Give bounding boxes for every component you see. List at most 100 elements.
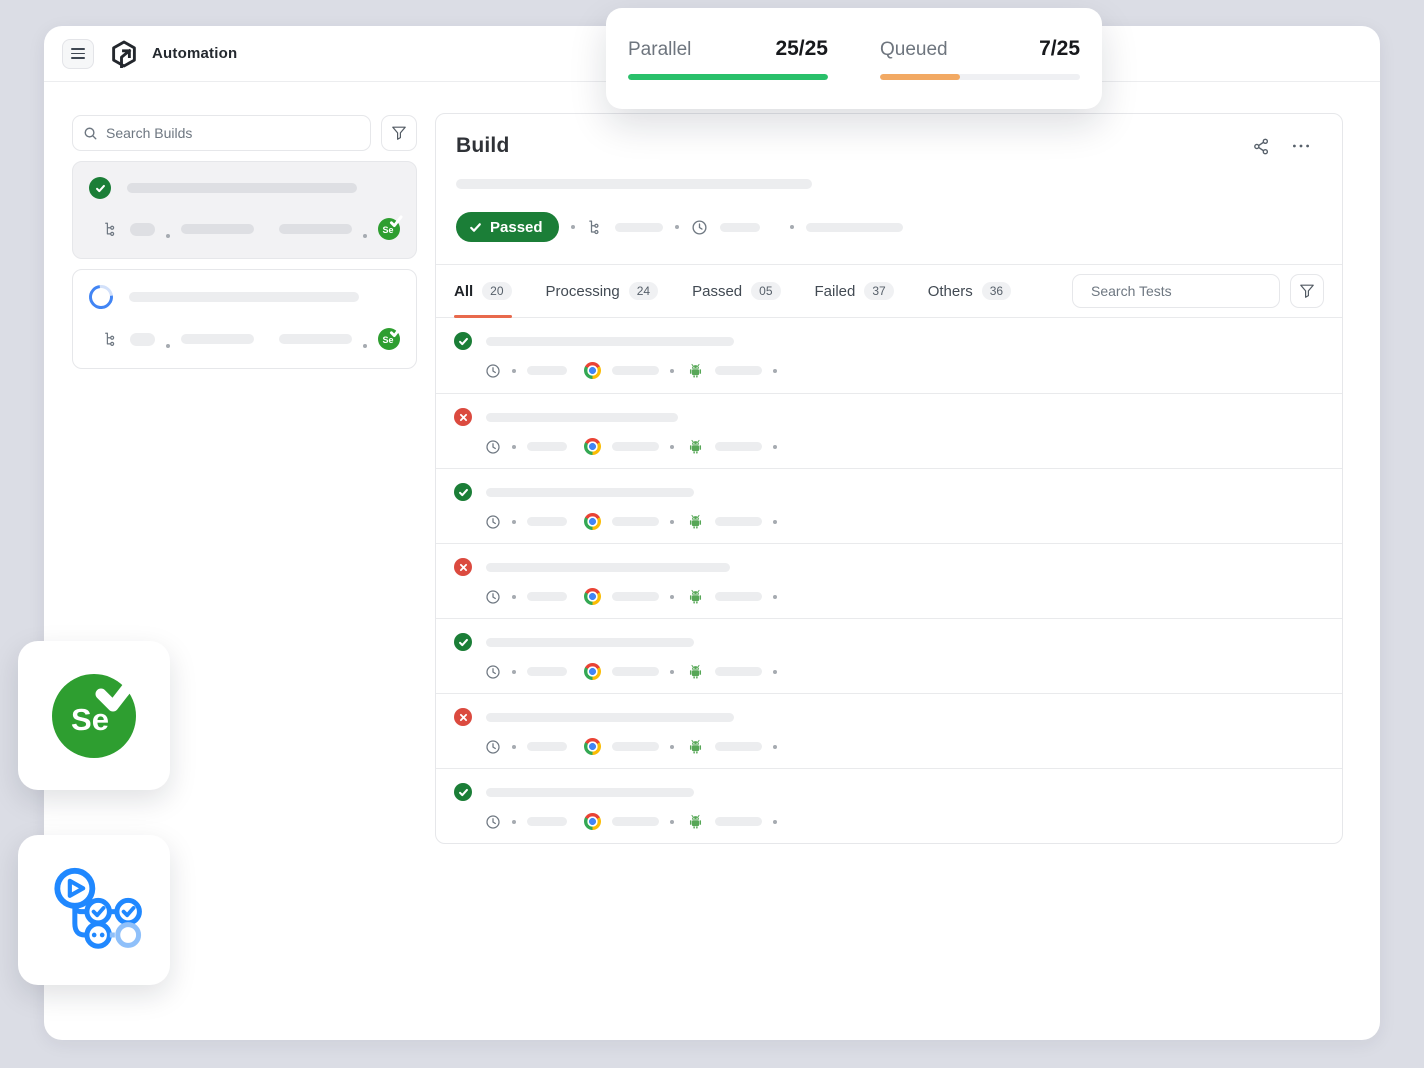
test-title-skeleton [486,487,694,497]
test-row[interactable] [436,768,1342,843]
separator-dot [512,744,516,749]
meta-skeleton [278,334,352,344]
build-card[interactable]: Se [72,161,417,259]
tab-count-badge: 36 [981,282,1012,300]
tab-passed[interactable]: Passed 05 [692,265,781,317]
meta-skeleton [129,332,155,346]
tab-count-badge: 05 [751,282,781,300]
meta-skeleton [527,592,567,601]
separator-dot [773,669,777,674]
parallel-progress-fill [628,74,828,80]
meta-skeleton [612,366,659,375]
test-title-skeleton [486,336,734,346]
pipeline-workflow-icon [54,867,142,949]
separator-dot [670,669,674,674]
test-row[interactable] [436,693,1342,768]
separator-dot [512,669,516,674]
share-icon [1254,138,1269,154]
ellipsis-icon [1293,144,1309,148]
build-title: Build [456,134,510,157]
tab-failed[interactable]: Failed 37 [815,265,894,317]
check-icon [95,664,147,711]
hamburger-menu-button[interactable] [62,38,94,69]
check-icon [470,222,481,232]
more-options-button[interactable] [1292,143,1310,149]
test-row[interactable] [436,393,1342,468]
search-builds-input[interactable] [106,125,360,141]
meta-skeleton [612,592,659,601]
meta-skeleton [612,742,659,751]
separator-dot [670,819,674,824]
test-row[interactable] [436,318,1342,393]
tab-all[interactable]: All 20 [454,265,512,318]
separator-dot [363,234,367,238]
clock-icon [486,739,500,754]
meta-skeleton [527,366,567,375]
selenium-logo: Se [52,664,147,758]
filter-builds-button[interactable] [381,115,417,151]
build-panel-header: Build Passed [436,114,1342,264]
meta-skeleton [715,366,762,375]
meta-skeleton [612,442,659,451]
test-title-skeleton [486,787,694,797]
passed-check-icon [454,633,472,651]
meta-skeleton [129,222,155,236]
filter-tests-button[interactable] [1290,274,1324,308]
test-row[interactable] [436,543,1342,618]
meta-skeleton [715,442,762,451]
meta-skeleton [527,667,567,676]
queued-stat: Queued 7/25 [880,37,1080,80]
chrome-icon [584,588,601,605]
tab-count-badge: 24 [628,282,659,300]
clock-icon [486,514,500,529]
separator-dot [670,744,674,749]
test-title-skeleton [486,412,678,422]
selenium-card: Se [18,641,170,790]
failed-x-icon [454,558,472,576]
check-icon [389,215,403,228]
meta-skeleton [612,667,659,676]
test-row[interactable] [436,618,1342,693]
tests-list [436,318,1342,843]
tab-others[interactable]: Others 36 [928,265,1012,317]
build-card[interactable]: Se [72,269,417,369]
tab-processing[interactable]: Processing 24 [546,265,659,317]
parallel-progressbar [628,74,828,80]
test-row[interactable] [436,468,1342,543]
android-icon [689,363,702,378]
android-icon [689,439,702,454]
separator-dot [773,594,777,599]
meta-skeleton [612,517,659,526]
meta-skeleton [715,592,762,601]
meta-skeleton [715,742,762,751]
filter-icon [1300,284,1314,298]
separator-dot [773,819,777,824]
queued-progress-fill [880,74,960,80]
meta-skeleton [278,224,352,234]
parallel-value: 25/25 [775,37,828,60]
parallel-label: Parallel [628,39,692,60]
separator-dot [670,444,674,449]
meta-skeleton [715,667,762,676]
separator-dot [165,234,170,238]
separator-dot [512,594,516,599]
separator-dot [789,225,794,229]
app-window: Automation Search Builds Se Se Build Pas… [44,26,1380,1040]
build-subtitle-skeleton [456,179,812,189]
meta-skeleton [527,817,567,826]
branch-icon [588,219,599,234]
android-icon [689,589,702,604]
meta-skeleton [180,224,254,234]
meta-skeleton [527,742,567,751]
meta-skeleton [527,517,567,526]
separator-dot [512,819,516,824]
search-tests-input[interactable] [1091,283,1272,299]
meta-skeleton [715,517,762,526]
share-button[interactable] [1253,138,1270,155]
chrome-icon [584,362,601,379]
chrome-icon [584,813,601,830]
filter-icon [392,126,406,140]
queued-label: Queued [880,39,948,60]
builds-sidebar: Se Se [72,115,417,369]
page-title: Automation [152,45,238,62]
